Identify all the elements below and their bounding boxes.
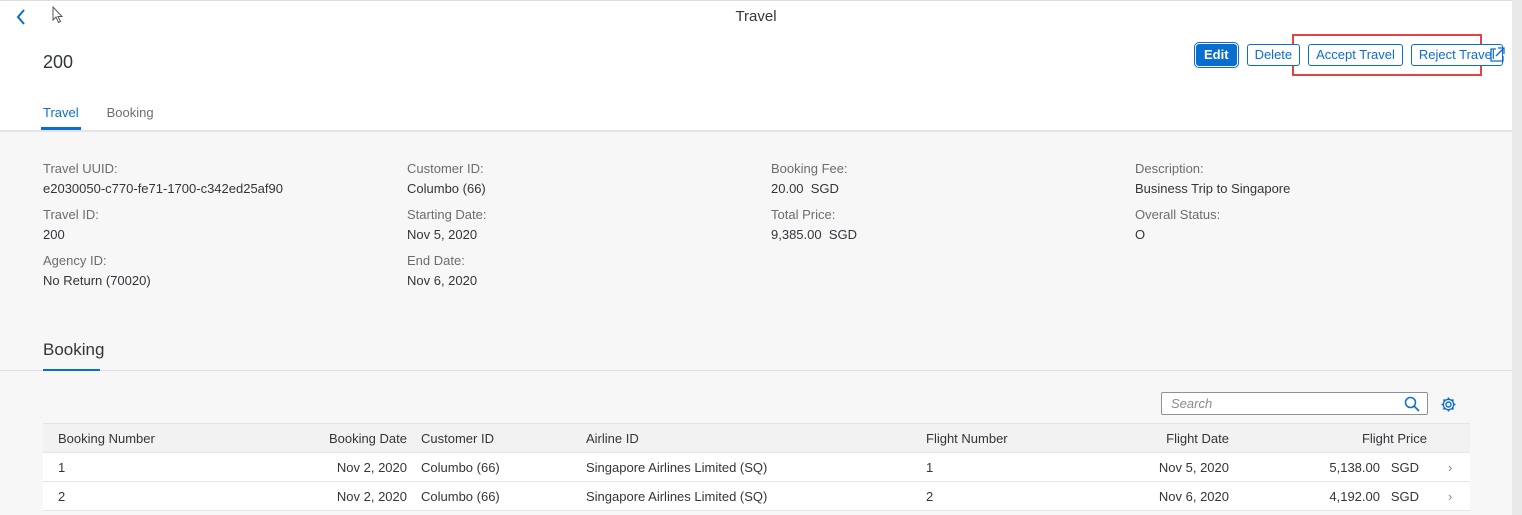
share-button[interactable] — [1489, 46, 1506, 63]
section-tabs: Travel Booking — [41, 105, 182, 130]
field-label: Agency ID: — [43, 253, 107, 268]
chevron-right-icon: › — [1448, 488, 1453, 504]
column-header-customer-id[interactable]: Customer ID — [421, 424, 494, 452]
field-label: Booking Fee: — [771, 161, 848, 176]
tab-booking[interactable]: Booking — [107, 105, 154, 130]
column-header-flight-price[interactable]: Flight Price — [1243, 424, 1427, 452]
field-label: Customer ID: — [407, 161, 484, 176]
cell-airline-id: Singapore Airlines Limited (SQ) — [586, 459, 768, 475]
field-end-date: End Date: Nov 6, 2020 — [407, 253, 477, 288]
field-travel-uuid: Travel UUID: e2030050-c770-fe71-1700-c34… — [43, 161, 283, 196]
cell-flight-price: 4,192.00 SGD — [1329, 488, 1419, 504]
chevron-right-icon: › — [1448, 459, 1453, 475]
search-button[interactable] — [1404, 396, 1420, 412]
object-title: 200 — [43, 52, 74, 72]
search-field — [1161, 392, 1428, 415]
field-value: Nov 5, 2020 — [407, 227, 478, 242]
cell-flight-price: 5,138.00 SGD — [1329, 459, 1419, 475]
share-icon — [1490, 47, 1505, 62]
app-title: Travel — [735, 8, 777, 25]
field-value: Nov 6, 2020 — [407, 273, 478, 288]
booking-table: Booking Number Booking Date Customer ID … — [43, 423, 1470, 511]
table-row[interactable]: 2 Nov 2, 2020 Columbo (66) Singapore Air… — [43, 482, 1470, 511]
cell-flight-date: Nov 5, 2020 — [1158, 459, 1229, 475]
field-label: Total Price: — [771, 207, 836, 222]
header-actions: Edit Delete Accept Travel Reject Travel — [1196, 44, 1503, 66]
field-overall-status: Overall Status: O — [1135, 207, 1220, 242]
delete-button[interactable]: Delete — [1246, 44, 1301, 66]
field-value: No Return (70020) — [43, 273, 151, 288]
column-header-flight-number[interactable]: Flight Number — [926, 424, 1008, 452]
field-agency-id: Agency ID: No Return (70020) — [43, 253, 151, 288]
edit-button[interactable]: Edit — [1196, 44, 1237, 66]
cell-booking-date: Nov 2, 2020 — [336, 459, 407, 475]
cell-customer-id: Columbo (66) — [421, 488, 500, 504]
shell-bar: Travel — [0, 0, 1512, 32]
field-value: 20.00 SGD — [771, 181, 839, 196]
column-header-airline-id[interactable]: Airline ID — [586, 424, 639, 452]
cell-booking-number: 2 — [58, 488, 66, 504]
section-title-underline — [43, 369, 100, 371]
section-title-booking: Booking — [43, 340, 105, 359]
field-label: Overall Status: — [1135, 207, 1221, 222]
table-row[interactable]: 1 Nov 2, 2020 Columbo (66) Singapore Air… — [43, 453, 1470, 482]
field-total-price: Total Price: 9,385.00 SGD — [771, 207, 857, 242]
search-icon — [1404, 396, 1420, 412]
field-label: Description: — [1135, 161, 1204, 176]
field-starting-date: Starting Date: Nov 5, 2020 — [407, 207, 487, 242]
cell-flight-number: 2 — [926, 488, 934, 504]
field-label: Travel ID: — [43, 207, 99, 222]
column-header-booking-date[interactable]: Booking Date — [243, 424, 407, 452]
cell-booking-number: 1 — [58, 459, 66, 475]
column-header-flight-date[interactable]: Flight Date — [1063, 424, 1229, 452]
column-header-booking-number[interactable]: Booking Number — [58, 424, 155, 452]
field-label: End Date: — [407, 253, 465, 268]
table-settings-button[interactable] — [1440, 396, 1457, 413]
field-value: O — [1135, 227, 1146, 242]
field-label: Starting Date: — [407, 207, 487, 222]
field-value: 200 — [43, 227, 65, 242]
cell-flight-number: 1 — [926, 459, 934, 475]
tab-travel[interactable]: Travel — [41, 105, 81, 130]
cell-flight-date: Nov 6, 2020 — [1158, 488, 1229, 504]
field-value: Business Trip to Singapore — [1135, 181, 1291, 196]
cell-booking-date: Nov 2, 2020 — [336, 488, 407, 504]
field-value: Columbo (66) — [407, 181, 486, 196]
scrollbar[interactable] — [1512, 0, 1522, 515]
field-description: Description: Business Trip to Singapore — [1135, 161, 1290, 196]
field-value: e2030050-c770-fe71-1700-c342ed25af90 — [43, 181, 283, 196]
search-input[interactable] — [1162, 393, 1398, 414]
table-header: Booking Number Booking Date Customer ID … — [43, 423, 1470, 453]
field-value: 9,385.00 SGD — [771, 227, 857, 242]
object-page: Travel 200 Edit Delete Accept Travel Rej… — [0, 0, 1512, 515]
field-booking-fee: Booking Fee: 20.00 SGD — [771, 161, 848, 196]
field-label: Travel UUID: — [43, 161, 118, 176]
section-divider — [0, 370, 1512, 371]
accept-travel-button[interactable]: Accept Travel — [1308, 44, 1403, 66]
cell-customer-id: Columbo (66) — [421, 459, 500, 475]
field-travel-id: Travel ID: 200 — [43, 207, 99, 242]
field-customer-id: Customer ID: Columbo (66) — [407, 161, 486, 196]
gear-icon — [1441, 397, 1456, 412]
cell-airline-id: Singapore Airlines Limited (SQ) — [586, 488, 768, 504]
